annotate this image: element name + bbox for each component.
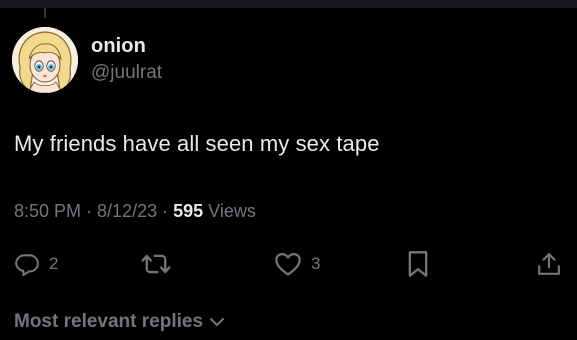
reply-count: 2 (49, 254, 59, 273)
heart-icon (275, 252, 301, 276)
share-button[interactable] (537, 250, 561, 278)
avatar[interactable] (12, 27, 78, 93)
reply-sort-label: Most relevant replies (14, 311, 204, 332)
views-count[interactable]: 595 (173, 201, 203, 221)
avatar-illustration (12, 27, 78, 93)
author-display-name[interactable]: onion (91, 35, 146, 58)
share-icon (538, 253, 560, 275)
retweet-icon (141, 254, 171, 274)
thread-connector-line (44, 8, 46, 18)
meta-separator: · (157, 201, 174, 221)
chevron-down-icon (210, 318, 225, 326)
tweet-time[interactable]: 8:50 PM (14, 201, 81, 221)
like-button[interactable]: 3 (274, 250, 320, 278)
top-divider (0, 0, 577, 8)
like-count: 3 (311, 254, 321, 273)
author-handle[interactable]: @juulrat (91, 62, 162, 84)
views-label: Views (203, 201, 256, 221)
retweet-button[interactable] (141, 250, 171, 278)
tweet-metadata: 8:50 PM · 8/12/23 · 595 Views (14, 201, 256, 222)
bookmark-button[interactable] (406, 250, 430, 278)
reply-icon (15, 254, 39, 277)
reply-sort-dropdown[interactable]: Most relevant replies (14, 311, 225, 333)
tweet-text: My friends have all seen my sex tape (14, 131, 380, 156)
meta-separator: · (81, 201, 98, 221)
bookmark-icon (408, 251, 428, 277)
reply-button[interactable]: 2 (14, 250, 58, 278)
tweet-date[interactable]: 8/12/23 (97, 201, 157, 221)
